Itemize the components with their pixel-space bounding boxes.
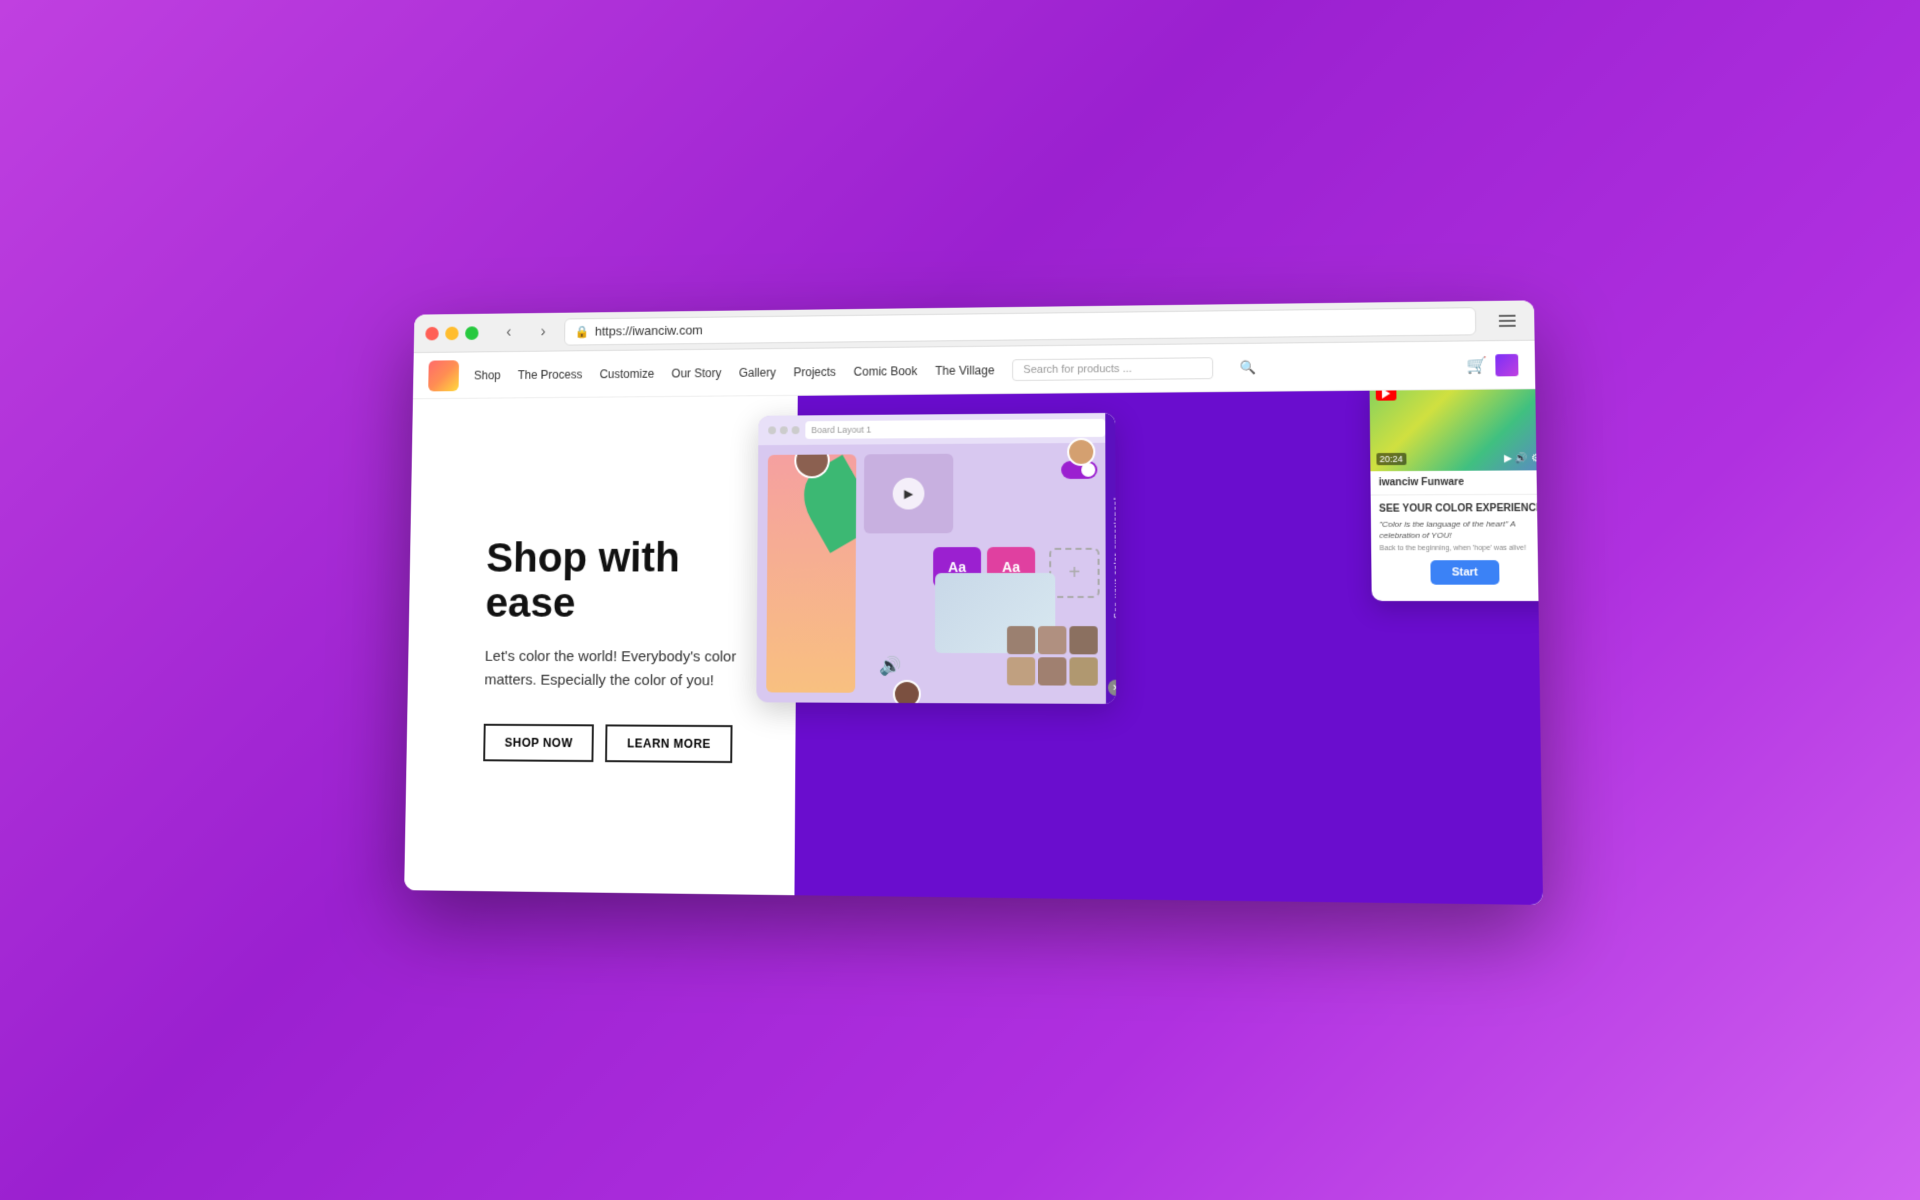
settings-icon[interactable]: ⚙ [1531,453,1541,464]
photo-cell-6[interactable] [1069,657,1097,685]
search-icon[interactable]: 🔍 [1240,359,1257,375]
small-avatar-2 [893,680,921,704]
traffic-lights [425,326,478,340]
app-url-text: Board Layout 1 [811,425,871,435]
add-element-button[interactable]: + [1049,548,1099,598]
play-area[interactable]: ▶ [864,454,953,534]
app-mockup-card: Board Layout 1 ▶ [756,413,1116,704]
url-text: https://iwanciw.com [595,323,703,339]
exp-title: SEE YOUR COLOR EXPERIENCE: [1379,503,1543,515]
search-placeholder: Search for products ... [1023,363,1131,376]
photo-cell-1[interactable] [1007,626,1035,654]
nav-link-process[interactable]: The Process [518,367,583,381]
shop-now-button[interactable]: SHOP NOW [483,724,594,762]
app-card-body: ▶ Aa Aa 🔊 [756,443,1116,704]
app-sidebar-panel [766,454,856,692]
maximize-button[interactable] [465,326,479,340]
color-palette-icon[interactable] [1495,353,1518,375]
video-controls: ▶ 🔊 ⚙ ⛶ [1504,453,1543,464]
forward-button[interactable]: › [530,318,557,345]
nav-link-our-story[interactable]: Our Story [671,366,721,380]
address-bar[interactable]: 🔒 https://iwanciw.com [564,307,1476,345]
menu-line [1499,319,1516,321]
hero-section: Shop with ease Let's color the world! Ev… [404,389,1543,905]
nav-link-shop[interactable]: Shop [474,368,501,382]
close-button[interactable] [425,326,438,340]
menu-line [1499,314,1516,316]
photo-cell-2[interactable] [1038,626,1066,654]
youtube-icon [1376,389,1397,400]
experience-card: ♡ 20:24 ▶ 🔊 ⚙ ⛶ iwanciw Funware SEE YOUR… [1369,389,1543,601]
window-dots [768,426,799,434]
play-icon: ▶ [904,487,913,501]
hero-title: Shop with ease [485,535,738,626]
yt-play-icon [1382,389,1390,398]
close-sidebar-button[interactable]: ✕ [1108,680,1116,696]
dot1 [768,426,776,434]
video-timer: 20:24 [1376,453,1406,465]
hero-buttons: SHOP NOW LEARN MORE [483,724,736,763]
play-button[interactable]: ▶ [893,478,925,510]
photo-grid [1007,626,1098,686]
menu-line [1499,324,1516,326]
exp-back-text: Back to the beginning, when 'hope' was a… [1379,545,1543,553]
nav-link-projects[interactable]: Projects [793,365,836,379]
search-bar[interactable]: Search for products ... [1012,357,1213,381]
learn-more-button[interactable]: LEARN MORE [605,725,732,764]
site-logo[interactable] [428,360,459,391]
nav-link-the-village[interactable]: The Village [935,363,994,377]
hero-visual: Board Layout 1 ▶ [735,389,1543,905]
heart-icon: ♡ [1537,389,1543,402]
photo-cell-4[interactable] [1007,657,1035,685]
nav-link-comic-book[interactable]: Comic Book [854,364,918,378]
hero-text: Shop with ease Let's color the world! Ev… [404,396,739,894]
volume-control[interactable]: 🔊 [1515,453,1528,464]
photo-cell-3[interactable] [1069,626,1097,654]
nav-link-customize[interactable]: Customize [599,366,654,380]
exp-body: SEE YOUR COLOR EXPERIENCE: "Color is the… [1371,495,1543,602]
dot3 [792,426,800,434]
dot2 [780,426,788,434]
photo-cell-5[interactable] [1038,657,1066,685]
small-avatar-1 [1067,438,1095,466]
nav-links: Shop The Process Customize Our Story Gal… [474,354,1467,386]
cart-icon[interactable]: 🛒 [1466,355,1487,375]
nav-link-gallery[interactable]: Gallery [739,365,776,379]
lock-icon: 🔒 [575,325,590,339]
app-card-toolbar: Board Layout 1 [758,413,1115,445]
sidebar-label: See your color experience! [1111,497,1116,619]
hero-subtitle: Let's color the world! Everybody's color… [484,645,737,693]
back-button[interactable]: ‹ [495,319,522,346]
nav-icons: 🛒 [1466,353,1518,376]
exp-quote: "Color is the language of the heart" A c… [1379,518,1543,541]
browser-window: ‹ › 🔒 https://iwanciw.com Shop The Proce… [404,300,1543,905]
volume-icon[interactable]: 🔊 [879,656,901,677]
browser-menu-button[interactable] [1493,306,1522,335]
app-url-bar: Board Layout 1 [805,419,1105,439]
exp-start-button[interactable]: Start [1431,561,1499,586]
exp-video-thumbnail: ♡ 20:24 ▶ 🔊 ⚙ ⛶ [1369,389,1543,471]
play-control[interactable]: ▶ [1504,453,1512,464]
channel-title: iwanciw Funware [1379,476,1543,488]
exp-channel: iwanciw Funware [1370,470,1543,495]
minimize-button[interactable] [445,326,458,340]
color-sidebar[interactable]: See your color experience! ✕ [1105,413,1116,704]
